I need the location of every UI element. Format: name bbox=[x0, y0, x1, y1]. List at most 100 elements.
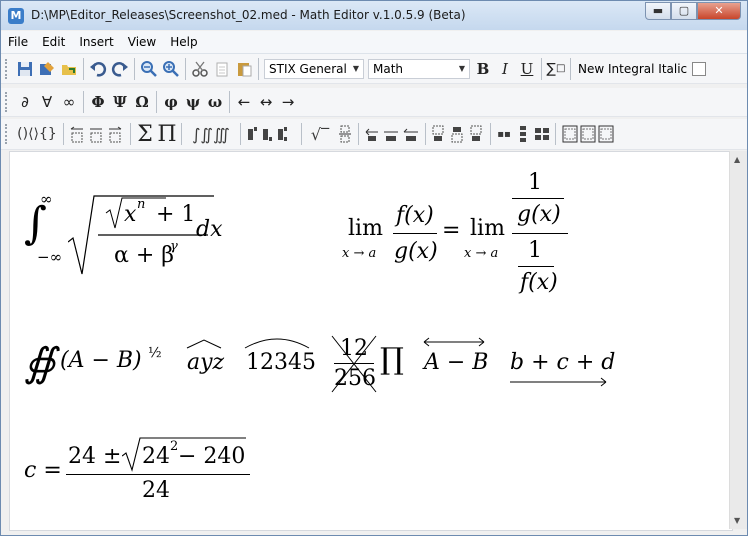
exponent-gamma: γ bbox=[170, 239, 178, 254]
matrix-row-icon[interactable]: ▪▪ bbox=[495, 123, 513, 145]
f-of-x: f(x) bbox=[396, 203, 434, 228]
equation-limit[interactable]: lim x → a f(x) g(x) = lim x → a 1 g(x) 1… bbox=[340, 170, 580, 300]
structures-toolbar: ()⟨⟩{} Σ Π ∫∬∭ √‾ ▪▪ bbox=[1, 119, 747, 150]
cut-icon[interactable] bbox=[190, 58, 210, 80]
equals-sign: = bbox=[442, 218, 461, 243]
redo-icon[interactable] bbox=[110, 58, 130, 80]
forall-icon[interactable]: ∀ bbox=[37, 91, 57, 113]
minus-240: − 240 bbox=[178, 444, 246, 469]
close-button[interactable]: ✕ bbox=[697, 2, 741, 20]
hat-ayz: ayz bbox=[187, 350, 225, 375]
scroll-down-icon[interactable]: ▼ bbox=[734, 516, 740, 525]
product-symbol: ∏ bbox=[380, 342, 404, 377]
sub-superscript-icon[interactable] bbox=[245, 123, 297, 145]
title-bar[interactable]: M D:\MP\Editor_Releases\Screenshot_02.me… bbox=[1, 1, 747, 30]
alpha-plus-beta: α + β bbox=[114, 243, 174, 268]
partial-icon[interactable]: ∂ bbox=[15, 91, 35, 113]
integral-lower-limit: −∞ bbox=[37, 248, 63, 266]
symbols-toolbar: ∂ ∀ ∞ Φ Ψ Ω φ ψ ω ← ↔ → bbox=[1, 88, 747, 117]
omega-upper-icon[interactable]: Ω bbox=[132, 91, 152, 113]
paste-icon[interactable] bbox=[234, 58, 254, 80]
denominator-24: 24 bbox=[142, 478, 170, 503]
g-of-x-2: g(x) bbox=[517, 202, 561, 227]
style-select[interactable]: Math ▼ bbox=[368, 58, 470, 79]
document-canvas[interactable]: ∫ ∞ −∞ x n + 1 α + β γ dx lim x → a f(x)… bbox=[9, 151, 733, 531]
zoom-out-icon[interactable] bbox=[139, 58, 159, 80]
phi-upper-icon[interactable]: Φ bbox=[88, 91, 108, 113]
font-select-value: STIX General bbox=[269, 61, 347, 76]
radicand-x: x bbox=[124, 202, 137, 227]
box-decorations-icon[interactable] bbox=[560, 123, 616, 145]
matrix-grid-icon[interactable] bbox=[533, 123, 551, 145]
menu-help[interactable]: Help bbox=[163, 35, 204, 49]
main-toolbar: STIX General ▼ Math ▼ B I U ∑ □ New Integra… bbox=[1, 54, 747, 84]
toolbar-grip[interactable] bbox=[5, 58, 10, 79]
double-arrow-accent bbox=[423, 337, 485, 347]
scroll-up-icon[interactable]: ▲ bbox=[734, 155, 740, 164]
numerator-24-pm: 24 ± bbox=[68, 444, 122, 469]
underline-button[interactable]: U bbox=[517, 58, 537, 80]
fraction-icon[interactable] bbox=[336, 123, 354, 145]
psi-upper-icon[interactable]: Ψ bbox=[110, 91, 130, 113]
one-numerator-top: 1 bbox=[528, 170, 542, 195]
arrow-labels-icon[interactable] bbox=[363, 123, 421, 145]
under-arrow bbox=[510, 377, 607, 387]
save-as-icon[interactable] bbox=[37, 58, 57, 80]
right-arrow-icon[interactable]: → bbox=[278, 91, 298, 113]
integral-italic-checkbox[interactable] bbox=[692, 61, 707, 76]
phi-lower-icon[interactable]: φ bbox=[161, 91, 181, 113]
integral-upper-limit: ∞ bbox=[40, 190, 53, 208]
chevron-down-icon: ▼ bbox=[458, 64, 465, 73]
cancel-cross bbox=[331, 335, 377, 393]
omega-lower-icon[interactable]: ω bbox=[205, 91, 225, 113]
sum-limits-icon[interactable]: ∑ □ bbox=[546, 58, 566, 80]
equation-integral[interactable]: ∫ ∞ −∞ x n + 1 α + β γ dx bbox=[24, 190, 224, 290]
psi-lower-icon[interactable]: ψ bbox=[183, 91, 203, 113]
maximize-button[interactable]: ▢ bbox=[671, 2, 697, 20]
product-icon[interactable]: Π bbox=[157, 122, 177, 147]
equation-decorations[interactable]: ∯ (A − B) ½ ayz 12345 12 256 ∏ A − B b +… bbox=[24, 332, 624, 402]
over-arrow-a-minus-b: A − B bbox=[424, 350, 489, 375]
a-minus-b-power: (A − B) bbox=[60, 348, 142, 373]
plus-one: + 1 bbox=[156, 202, 196, 227]
menu-view[interactable]: View bbox=[121, 35, 163, 49]
menu-file[interactable]: File bbox=[1, 35, 35, 49]
arc-12345: 12345 bbox=[246, 350, 316, 375]
toolbar-grip[interactable] bbox=[5, 92, 10, 112]
c-equals: c = bbox=[24, 458, 62, 483]
lim-subscript: x → a bbox=[342, 246, 377, 261]
lim-subscript-2: x → a bbox=[464, 246, 499, 261]
infinity-icon[interactable]: ∞ bbox=[59, 91, 79, 113]
italic-button[interactable]: I bbox=[495, 58, 515, 80]
font-select[interactable]: STIX General ▼ bbox=[264, 58, 364, 79]
under-arrow-bcd: b + c + d bbox=[510, 350, 616, 375]
left-arrow-icon[interactable]: ← bbox=[234, 91, 254, 113]
menu-edit[interactable]: Edit bbox=[35, 35, 72, 49]
save-icon[interactable] bbox=[15, 58, 35, 80]
half-exponent: ½ bbox=[148, 345, 162, 361]
copy-icon[interactable] bbox=[212, 58, 232, 80]
window-title: D:\MP\Editor_Releases\Screenshot_02.med … bbox=[31, 8, 466, 22]
app-icon: M bbox=[8, 8, 24, 24]
open-icon[interactable] bbox=[59, 58, 79, 80]
left-right-arrow-icon[interactable]: ↔ bbox=[256, 91, 276, 113]
over-under-icon[interactable] bbox=[430, 123, 486, 145]
matrix-column-icon[interactable] bbox=[515, 123, 531, 145]
integrals-icon[interactable]: ∫∬∭ bbox=[186, 123, 236, 145]
style-select-value: Math bbox=[373, 61, 404, 76]
bold-button[interactable]: B bbox=[473, 58, 493, 80]
radical-icon[interactable]: √‾ bbox=[306, 123, 334, 145]
brackets-icon[interactable]: ()⟨⟩{} bbox=[15, 123, 59, 145]
menu-insert[interactable]: Insert bbox=[72, 35, 120, 49]
arrow-boxes-icon[interactable] bbox=[68, 123, 126, 145]
vertical-scrollbar[interactable]: ▲ ▼ bbox=[729, 151, 747, 529]
sum-icon[interactable]: Σ bbox=[135, 122, 155, 147]
minimize-button[interactable]: ▬ bbox=[645, 2, 671, 20]
undo-icon[interactable] bbox=[88, 58, 108, 80]
radicand-24: 24 bbox=[142, 444, 170, 469]
toolbar-grip[interactable] bbox=[5, 124, 10, 144]
lim-word: lim bbox=[348, 216, 383, 241]
zoom-in-icon[interactable] bbox=[161, 58, 181, 80]
equation-quadratic[interactable]: c = 24 ± 24 2 − 240 24 bbox=[24, 436, 264, 516]
surface-integral-symbol: ∯ bbox=[24, 340, 56, 386]
